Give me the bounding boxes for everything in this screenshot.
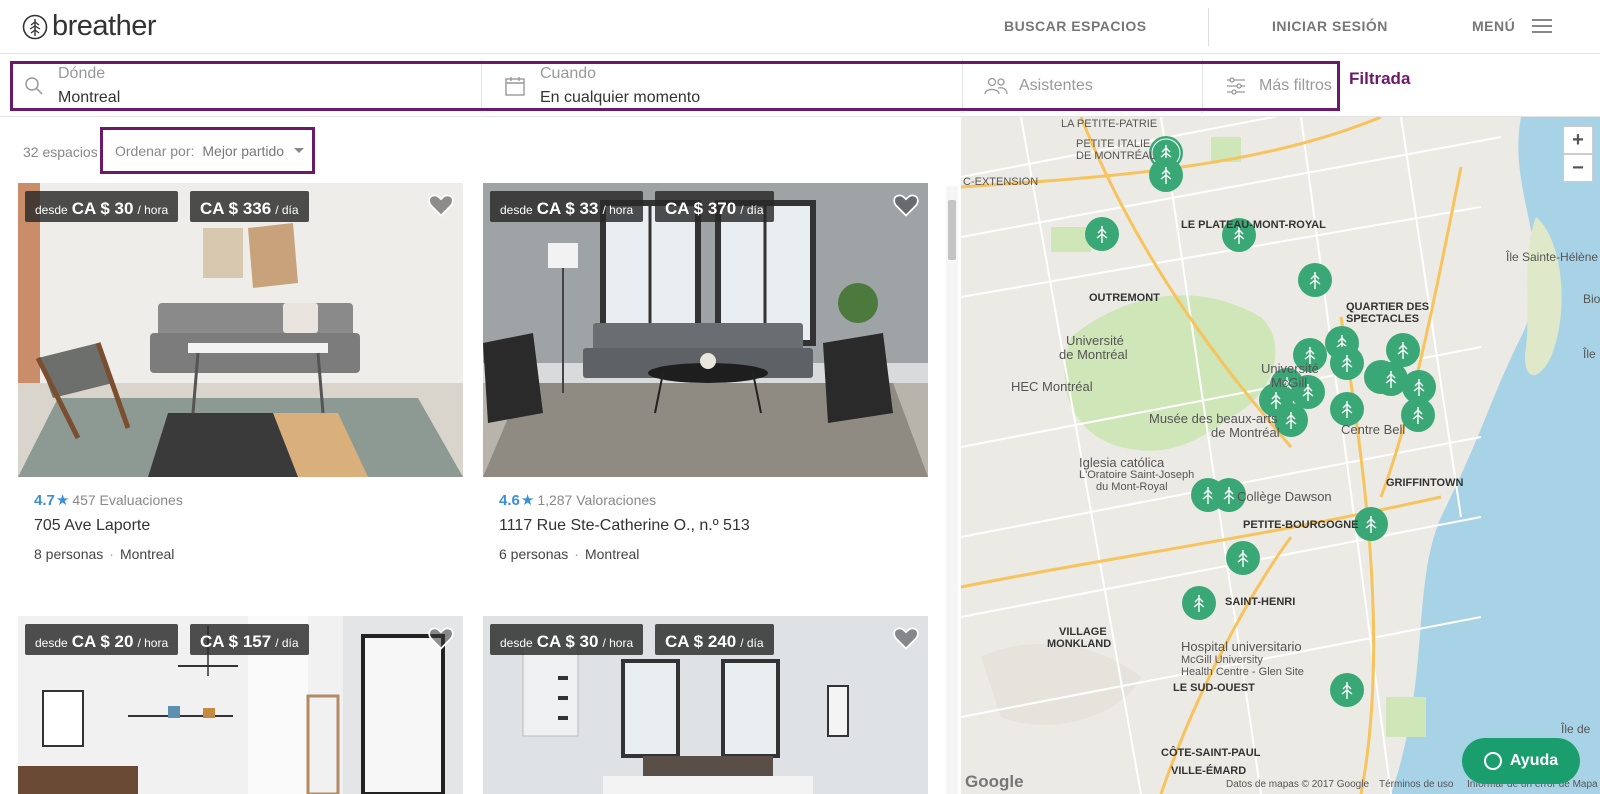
map-label: DE MONTRÉAL (1076, 150, 1156, 162)
listing-card[interactable]: desde CA $ 30 / hora CA $ 240 / día (483, 616, 928, 794)
map-label: de Montréal (1059, 347, 1128, 362)
listing-card[interactable]: desde CA $ 33 / hora CA $ 370 / día 4.6 ★… (483, 183, 928, 583)
map-label: SPECTACLES (1346, 313, 1420, 325)
map-data-credit: Datos de mapas © 2017 Google (1226, 779, 1370, 790)
star-icon: ★ (520, 492, 535, 509)
list-scrollbar-thumb[interactable] (948, 200, 956, 260)
review-count: 457 Evaluaciones (72, 492, 183, 508)
map-label: Collège Dawson (1237, 489, 1332, 504)
map-label: de Montréal (1211, 425, 1280, 440)
hourly-price-tag: desde CA $ 33 / hora (490, 191, 644, 222)
search-spaces-link[interactable]: BUSCAR ESPACIOS (1004, 18, 1147, 34)
map-label: Île de (1561, 722, 1591, 736)
listing-photo[interactable]: desde CA $ 20 / hora CA $ 157 / día (18, 616, 463, 794)
map-label: QUARTIER DES (1346, 301, 1430, 313)
rating: 4.6 ★ 1,287 Valoraciones (499, 491, 657, 510)
map-terms-link[interactable]: Términos de uso (1379, 779, 1453, 790)
nav-divider (1208, 8, 1209, 46)
map-label: McGill (1271, 375, 1308, 390)
map-label: Iglesia católica (1079, 455, 1165, 470)
map-label: du Mont-Royal (1096, 481, 1168, 493)
listing-meta: 8 personas · Montreal (34, 546, 175, 562)
help-label: Ayuda (1509, 752, 1559, 769)
map-label: OUTREMONT (1089, 292, 1160, 304)
daily-price-tag: CA $ 370 / día (655, 191, 774, 222)
tree-logo-icon (22, 14, 48, 39)
hourly-price-tag: desde CA $ 30 / hora (490, 624, 644, 655)
map-label: Université (1066, 333, 1124, 348)
star-icon: ★ (55, 492, 70, 509)
login-link[interactable]: INICIAR SESIÓN (1272, 18, 1388, 34)
sort-label: Ordenar por: (115, 142, 195, 159)
sort-value: Mejor partido (202, 142, 285, 159)
filter-bar: Dónde Montreal Cuando En cualquier momen… (0, 55, 1600, 117)
rating: 4.7 ★ 457 Evaluaciones (34, 491, 183, 510)
hamburger-icon[interactable] (1532, 19, 1552, 33)
listing-card[interactable]: desde CA $ 30 / hora CA $ 336 / día 4.7 ★… (18, 183, 463, 583)
results-count: 32 espacios (23, 144, 98, 160)
listing-card[interactable]: desde CA $ 20 / hora CA $ 157 / día (18, 616, 463, 794)
map-label: HEC Montréal (1011, 379, 1093, 394)
map-label: PETITE ITALIE (1076, 138, 1151, 150)
daily-price-tag: CA $ 240 / día (655, 624, 774, 655)
map-label: GRIFFINTOWN (1386, 477, 1464, 489)
filter-status: Filtrada (1349, 69, 1411, 88)
brand-name: breather (52, 10, 157, 42)
chat-bubble-icon (1483, 752, 1502, 770)
map-label: McGill University (1181, 654, 1263, 666)
zoom-out-button[interactable]: − (1563, 154, 1593, 182)
map-label: SAINT-HENRI (1225, 596, 1296, 608)
top-navigation: breather BUSCAR ESPACIOS INICIAR SESIÓN … (0, 0, 1600, 54)
map-label: C-EXTENSION (963, 176, 1039, 188)
listing-meta: 6 personas · Montreal (499, 546, 640, 562)
google-logo: Google (965, 772, 1024, 791)
map-label: Hospital universitario (1181, 639, 1302, 654)
listing-address[interactable]: 705 Ave Laporte (34, 517, 150, 535)
sort-dropdown[interactable]: Ordenar por: Mejor partido (100, 127, 315, 174)
hourly-price-tag: desde CA $ 20 / hora (25, 624, 179, 655)
map-label: Bio (1583, 292, 1600, 306)
heart-icon[interactable] (892, 191, 920, 219)
breather-logo[interactable]: breather (22, 10, 157, 43)
map-label: Île Sainte-Hélène (1506, 250, 1599, 264)
daily-price-tag: CA $ 157 / día (190, 624, 309, 655)
review-count: 1,287 Valoraciones (537, 492, 657, 508)
zoom-in-button[interactable]: + (1563, 126, 1593, 154)
map-label: MONKLAND (1047, 638, 1112, 650)
listing-photo[interactable]: desde CA $ 30 / hora CA $ 240 / día (483, 616, 928, 794)
map-label: Musée des beaux-arts (1149, 411, 1278, 426)
listing-address[interactable]: 1117 Rue Ste-Catherine O., n.º 513 (499, 517, 750, 535)
listing-photo[interactable]: desde CA $ 33 / hora CA $ 370 / día (483, 183, 928, 477)
filter-highlight-outline (10, 61, 1340, 111)
daily-price-tag: CA $ 336 / día (190, 191, 309, 222)
heart-icon[interactable] (427, 191, 455, 219)
map-label: LE SUD-OUEST (1173, 682, 1255, 694)
heart-icon[interactable] (892, 624, 920, 652)
hourly-price-tag: desde CA $ 30 / hora (25, 191, 179, 222)
map-label: CÔTE-SAINT-PAUL (1161, 747, 1261, 759)
map-label: Île (1583, 347, 1596, 361)
map-label: VILLAGE (1059, 626, 1107, 638)
map-label: LA PETITE-PATRIE (1061, 118, 1158, 130)
menu-link[interactable]: MENÚ (1472, 18, 1515, 34)
map-label: Université (1261, 361, 1319, 376)
map-label: Centre Bell (1341, 422, 1406, 437)
map-label: Health Centre - Glen Site (1181, 666, 1304, 678)
map-label: L'Oratoire Saint-Joseph (1079, 469, 1195, 481)
map-label: PETITE-BOURGOGNE (1243, 519, 1359, 531)
help-button[interactable]: Ayuda (1462, 738, 1580, 784)
map[interactable]: LA PETITE-PATRIE PETITE ITALIE DE MONTRÉ… (961, 117, 1600, 794)
map-label: VILLE-ÉMARD (1171, 765, 1247, 777)
heart-icon[interactable] (427, 624, 455, 652)
list-scrollbar[interactable] (946, 186, 958, 794)
caret-down-icon (294, 148, 305, 153)
map-label: LE PLATEAU-MONT-ROYAL (1181, 219, 1326, 231)
listing-photo[interactable]: desde CA $ 30 / hora CA $ 336 / día (18, 183, 463, 477)
